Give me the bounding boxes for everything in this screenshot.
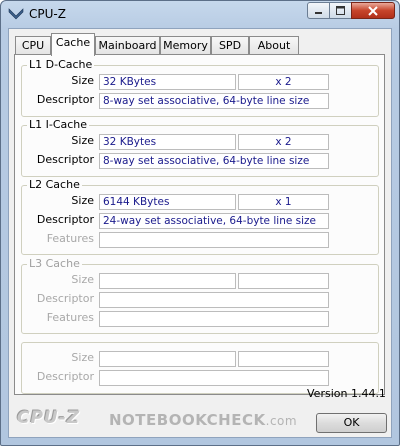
- l2-count-field: x 1: [238, 194, 329, 210]
- size-label: Size: [71, 351, 94, 364]
- tab-spd[interactable]: SPD: [211, 36, 249, 55]
- tab-cpu[interactable]: CPU: [15, 36, 51, 55]
- cpu-z-window: CPU-Z CPU Cache Mainboard Memory SPD Abo…: [0, 0, 400, 446]
- cache-page: L1 D-Cache Size 32 KBytes x 2 Descriptor…: [14, 54, 385, 395]
- l3-cache-group: L3 Cache Size Descriptor Features: [21, 257, 379, 334]
- window-title: CPU-Z: [29, 7, 66, 21]
- extra-size-field: [99, 351, 236, 367]
- features-label: Features: [46, 311, 94, 324]
- minimize-button[interactable]: [307, 2, 330, 19]
- extra-count-field: [238, 351, 329, 367]
- size-label: Size: [71, 134, 94, 147]
- features-label: Features: [46, 232, 94, 245]
- version-label: Version 1.44.1: [307, 387, 386, 400]
- tab-cache[interactable]: Cache: [51, 33, 95, 56]
- close-icon: [368, 5, 378, 16]
- group-title: L3 Cache: [27, 257, 82, 270]
- l3-count-field: [238, 273, 329, 289]
- minimize-icon: [315, 12, 322, 14]
- tab-memory[interactable]: Memory: [160, 36, 211, 55]
- size-label: Size: [71, 194, 94, 207]
- notebookcheck-watermark: NOTEBOOKCHECK.com: [109, 411, 297, 429]
- size-label: Size: [71, 74, 94, 87]
- l1d-size-field: 32 KBytes: [99, 74, 236, 90]
- l1i-descriptor-field: 8-way set associative, 64-byte line size: [99, 153, 329, 169]
- client-area: CPU Cache Mainboard Memory SPD About L1 …: [8, 28, 392, 438]
- extra-descriptor-field: [99, 370, 329, 386]
- l1d-descriptor-field: 8-way set associative, 64-byte line size: [99, 93, 329, 109]
- l1d-count-field: x 2: [238, 74, 329, 90]
- group-title: L2 Cache: [27, 178, 82, 191]
- l3-features-field: [99, 311, 329, 327]
- l1i-count-field: x 2: [238, 134, 329, 150]
- close-button[interactable]: [351, 2, 395, 19]
- l3-size-field: [99, 273, 236, 289]
- descriptor-label: Descriptor: [36, 370, 94, 383]
- tab-about[interactable]: About: [249, 36, 299, 55]
- size-label: Size: [71, 273, 94, 286]
- watermark-suffix: .com: [265, 414, 298, 428]
- bottom-bar: CPU-Z NOTEBOOKCHECK.com OK: [9, 404, 391, 438]
- l2-descriptor-field: 24-way set associative, 64-byte line siz…: [99, 213, 329, 229]
- title-bar[interactable]: CPU-Z: [1, 1, 399, 28]
- maximize-button[interactable]: [329, 2, 352, 19]
- l1-data-cache-group: L1 D-Cache Size 32 KBytes x 2 Descriptor…: [21, 58, 379, 117]
- cpu-z-chevron-icon: [8, 8, 24, 20]
- cpu-z-logo: CPU-Z: [17, 408, 81, 428]
- descriptor-label: Descriptor: [36, 213, 94, 226]
- l2-size-field: 6144 KBytes: [99, 194, 236, 210]
- l2-cache-group: L2 Cache Size 6144 KBytes x 1 Descriptor…: [21, 178, 379, 255]
- maximize-icon: [336, 6, 345, 15]
- ok-button[interactable]: OK: [316, 413, 387, 433]
- tab-mainboard[interactable]: Mainboard: [95, 36, 160, 55]
- descriptor-label: Descriptor: [36, 93, 94, 106]
- l1i-size-field: 32 KBytes: [99, 134, 236, 150]
- descriptor-label: Descriptor: [36, 153, 94, 166]
- l1-instruction-cache-group: L1 I-Cache Size 32 KBytes x 2 Descriptor…: [21, 118, 379, 177]
- l2-features-field: [99, 232, 329, 248]
- group-title: L1 I-Cache: [27, 118, 90, 131]
- l3-descriptor-field: [99, 292, 329, 308]
- watermark-main: NOTEBOOKCHECK: [109, 411, 266, 429]
- group-title: L1 D-Cache: [27, 58, 95, 71]
- descriptor-label: Descriptor: [36, 292, 94, 305]
